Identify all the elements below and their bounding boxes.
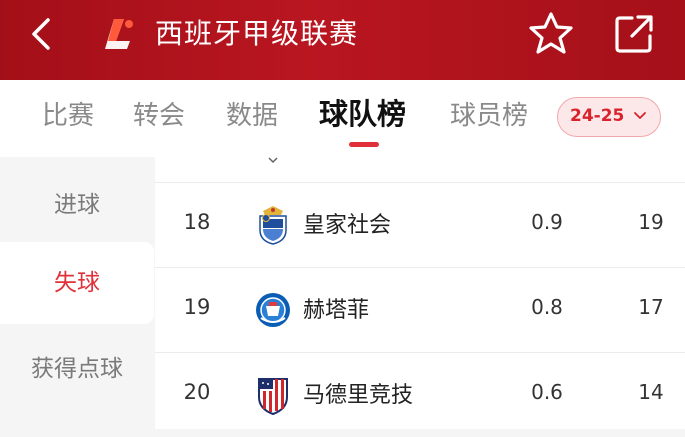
app-header: 西班牙甲级联赛 bbox=[0, 0, 685, 80]
tab-transfers[interactable]: 转会 bbox=[133, 98, 185, 134]
stat-total: 17 bbox=[638, 295, 664, 319]
tab-stats[interactable]: 数据 bbox=[226, 98, 278, 134]
tab-matches[interactable]: 比赛 bbox=[42, 98, 94, 134]
team-name: 皇家社会 bbox=[303, 213, 392, 238]
rankings-table: 18 皇家社会 0.9 19 19 赫塔菲 0.8 17 20 马德里竞技 0.… bbox=[155, 157, 685, 429]
team-name: 赫塔菲 bbox=[303, 298, 370, 323]
sidebar-item-penalties-won[interactable]: 获得点球 bbox=[0, 349, 154, 389]
stat-average: 0.8 bbox=[531, 295, 563, 319]
rank: 19 bbox=[183, 295, 211, 319]
back-arrow-icon[interactable] bbox=[28, 16, 58, 52]
season-selector[interactable]: 24-25 bbox=[557, 97, 661, 137]
tab-overflow: · bbox=[0, 98, 2, 134]
sort-caret-icon[interactable] bbox=[268, 157, 278, 163]
chevron-down-icon bbox=[634, 112, 646, 119]
team-name: 马德里竞技 bbox=[303, 383, 414, 408]
real-sociedad-crest-icon bbox=[259, 206, 287, 245]
stat-total: 14 bbox=[638, 380, 664, 404]
table-row[interactable]: 18 皇家社会 0.9 19 bbox=[155, 183, 685, 268]
sidebar-item-goals[interactable]: 进球 bbox=[0, 185, 154, 225]
sidebar-item-goals-conceded[interactable]: 失球 bbox=[0, 242, 154, 324]
getafe-crest-icon bbox=[256, 293, 290, 327]
page-title: 西班牙甲级联赛 bbox=[155, 17, 359, 50]
table-row[interactable]: 20 马德里竞技 0.6 14 bbox=[155, 353, 685, 437]
stat-category-sidebar: 进球 失球 获得点球 bbox=[0, 157, 154, 429]
share-icon[interactable] bbox=[612, 12, 656, 56]
tab-team-rankings[interactable]: 球队榜 bbox=[319, 96, 406, 132]
favorite-star-icon[interactable] bbox=[526, 10, 576, 56]
stat-total: 19 bbox=[638, 210, 664, 234]
tab-player-rankings[interactable]: 球员榜 bbox=[450, 98, 528, 134]
laliga-logo-icon bbox=[105, 19, 133, 49]
season-label: 24-25 bbox=[570, 106, 625, 126]
rank: 20 bbox=[183, 380, 211, 404]
active-tab-indicator bbox=[349, 142, 379, 147]
rank: 18 bbox=[183, 210, 211, 234]
atletico-madrid-crest-icon bbox=[258, 378, 288, 415]
stat-average: 0.6 bbox=[531, 380, 563, 404]
stat-average: 0.9 bbox=[531, 210, 563, 234]
table-row[interactable]: 19 赫塔菲 0.8 17 bbox=[155, 268, 685, 353]
